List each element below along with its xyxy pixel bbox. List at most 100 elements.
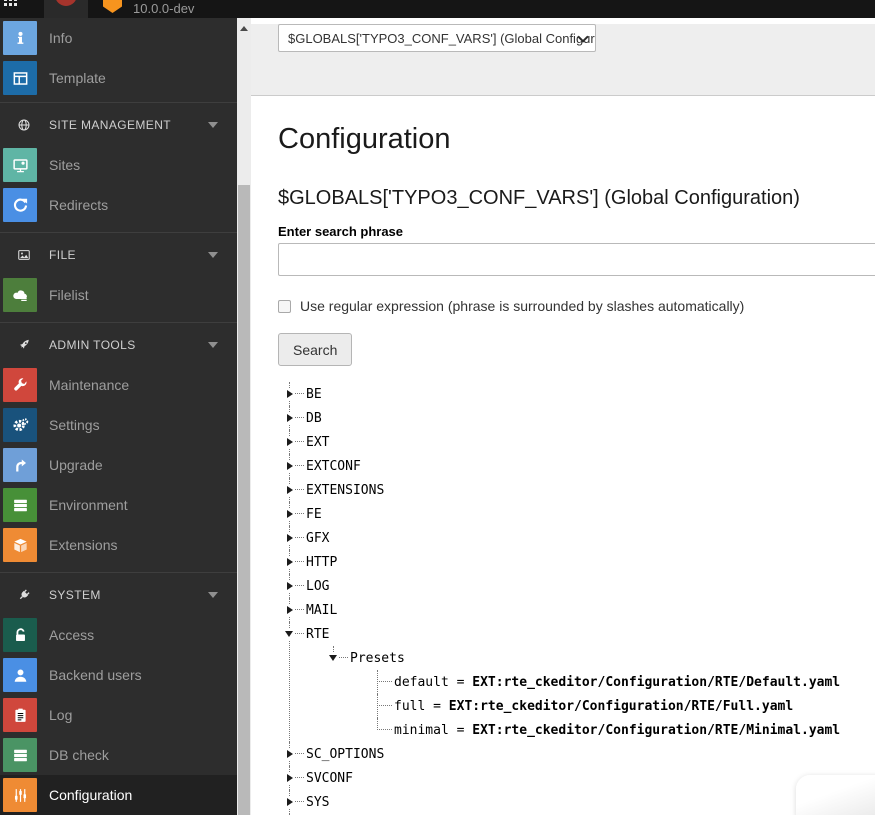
cloud-files-icon	[3, 278, 37, 312]
sidebar-item-label: Filelist	[49, 287, 89, 303]
tree-toggle-sys[interactable]	[285, 796, 295, 808]
tree-toggle-svconf[interactable]	[285, 772, 295, 784]
sidebar-item-maintenance[interactable]: Maintenance	[0, 365, 237, 405]
tree-toggle-sc-options[interactable]	[285, 748, 295, 760]
template-icon	[3, 61, 37, 95]
arrow-turn-up-icon	[3, 448, 37, 482]
tree-node-label: DB	[306, 411, 322, 426]
tree-node-value: EXT:rte_ckeditor/Configuration/RTE/Full.…	[449, 699, 793, 714]
tree-node-label: minimal	[394, 723, 449, 738]
sidebar-item-db-check[interactable]: DB check	[0, 735, 237, 775]
module-sidebar: Info Template SITE MANAGEMENTSitesRedirect…	[0, 18, 237, 815]
sidebar-section: ADMIN TOOLS Maintenance Settings Upgrade Env…	[0, 323, 237, 573]
tree-node-ext: EXT	[285, 430, 875, 454]
sidebar-item-log[interactable]: Log	[0, 695, 237, 735]
scrollbar-up-arrow-icon[interactable]	[240, 26, 248, 31]
sidebar-item-extensions[interactable]: Extensions	[0, 525, 237, 565]
search-input[interactable]	[278, 243, 875, 276]
tree-node-label: EXTCONF	[306, 459, 361, 474]
sidebar-item-label: Maintenance	[49, 377, 129, 393]
sidebar-item-redirects[interactable]: Redirects	[0, 185, 237, 225]
tree-node-log: LOG	[285, 574, 875, 598]
sidebar-item-backend-users[interactable]: Backend users	[0, 655, 237, 695]
sliders-icon	[3, 778, 37, 812]
sidebar-header-admin-tools[interactable]: ADMIN TOOLS	[0, 325, 237, 365]
tree-toggle-be[interactable]	[285, 388, 295, 400]
tree-toggle-fe[interactable]	[285, 508, 295, 520]
version-label: 10.0.0-dev	[133, 0, 194, 18]
open-lock-icon	[3, 618, 37, 652]
sidebar-header-file[interactable]: FILE	[0, 235, 237, 275]
redo-arrow-icon	[3, 188, 37, 222]
gears-icon	[3, 408, 37, 442]
sidebar-item-environment[interactable]: Environment	[0, 485, 237, 525]
sidebar-section: SYSTEM Access Backend users Log DB check Conf…	[0, 573, 237, 815]
globe-icon	[17, 118, 31, 132]
scrollbar-thumb[interactable]	[238, 185, 250, 815]
sidebar-item-label: Backend users	[49, 667, 142, 683]
sidebar-item-label: DB check	[49, 747, 109, 763]
collapse-caret-icon	[208, 592, 218, 598]
monitor-gear-icon	[3, 148, 37, 182]
sidebar-item-label: Template	[49, 70, 106, 86]
tree-toggle-db[interactable]	[285, 412, 295, 424]
floating-corner-element	[796, 775, 875, 815]
dropdown-value: $GLOBALS['TYPO3_CONF_VARS'] (Global Conf…	[279, 31, 595, 46]
module-menu-toggle-icon[interactable]	[4, 0, 18, 7]
section-title: $GLOBALS['TYPO3_CONF_VARS'] (Global Conf…	[278, 186, 875, 210]
tree-toggle-gfx[interactable]	[285, 532, 295, 544]
sidebar-item-label: Access	[49, 627, 94, 643]
tree-node-extconf: EXTCONF	[285, 454, 875, 478]
content-area: $GLOBALS['TYPO3_CONF_VARS'] (Global Conf…	[251, 18, 875, 815]
tree-node-label: full	[394, 699, 425, 714]
sidebar-scrollbar[interactable]	[237, 18, 251, 815]
tree-toggle-http[interactable]	[285, 556, 295, 568]
sidebar-item-filelist[interactable]: Filelist	[0, 275, 237, 315]
chevron-down-icon	[578, 33, 586, 41]
sidebar-header-label: SYSTEM	[49, 588, 101, 602]
search-label: Enter search phrase	[278, 224, 875, 239]
topbar: 10.0.0-dev	[0, 0, 875, 18]
configuration-selector-dropdown[interactable]: $GLOBALS['TYPO3_CONF_VARS'] (Global Conf…	[278, 24, 596, 52]
tree-node-minimal: minimal = EXT:rte_ckeditor/Configuration…	[373, 718, 875, 742]
sidebar-item-template[interactable]: Template	[0, 58, 237, 98]
wrench-icon	[3, 368, 37, 402]
tree-node-fe: FE	[285, 502, 875, 526]
cube-icon	[3, 528, 37, 562]
tree-node-be: BE	[285, 382, 875, 406]
tree-node-equals: =	[425, 699, 448, 714]
sidebar-item-upgrade[interactable]: Upgrade	[0, 445, 237, 485]
tree-node-default: default = EXT:rte_ckeditor/Configuration…	[373, 670, 875, 694]
tree-toggle-rte[interactable]	[285, 628, 295, 640]
tree-node-extensions: EXTENSIONS	[285, 478, 875, 502]
plug-icon	[17, 588, 31, 602]
sidebar-header-site-management[interactable]: SITE MANAGEMENT	[0, 105, 237, 145]
sidebar-item-info[interactable]: Info	[0, 18, 237, 58]
tree-toggle-ext[interactable]	[285, 436, 295, 448]
image-icon	[17, 248, 31, 262]
tree-node-value: EXT:rte_ckeditor/Configuration/RTE/Defau…	[472, 675, 840, 690]
typo3-logo[interactable]	[44, 0, 88, 18]
page-title: Configuration	[278, 123, 875, 156]
sidebar-item-sites[interactable]: Sites	[0, 145, 237, 185]
tree-toggle-presets[interactable]	[329, 652, 339, 664]
collapse-caret-icon	[208, 342, 218, 348]
sidebar-item-label: Extensions	[49, 537, 117, 553]
tree-toggle-mail[interactable]	[285, 604, 295, 616]
tree-toggle-extconf[interactable]	[285, 460, 295, 472]
tree-node-sc-options: SC_OPTIONS	[285, 742, 875, 766]
tree-toggle-extensions[interactable]	[285, 484, 295, 496]
sidebar-item-label: Upgrade	[49, 457, 103, 473]
sidebar-item-access[interactable]: Access	[0, 615, 237, 655]
tree-toggle-log[interactable]	[285, 580, 295, 592]
sidebar-item-configuration[interactable]: Configuration	[0, 775, 237, 815]
tree-node-rte: RTEPresetsdefault = EXT:rte_ckeditor/Con…	[285, 622, 875, 742]
sidebar-item-settings[interactable]: Settings	[0, 405, 237, 445]
sidebar-header-system[interactable]: SYSTEM	[0, 575, 237, 615]
tree-node-label: GFX	[306, 531, 329, 546]
sidebar-header-label: ADMIN TOOLS	[49, 338, 136, 352]
sidebar-section: SITE MANAGEMENTSitesRedirects	[0, 103, 237, 233]
tree-node-label: LOG	[306, 579, 329, 594]
regex-checkbox[interactable]	[278, 300, 291, 313]
search-button[interactable]: Search	[278, 333, 352, 366]
